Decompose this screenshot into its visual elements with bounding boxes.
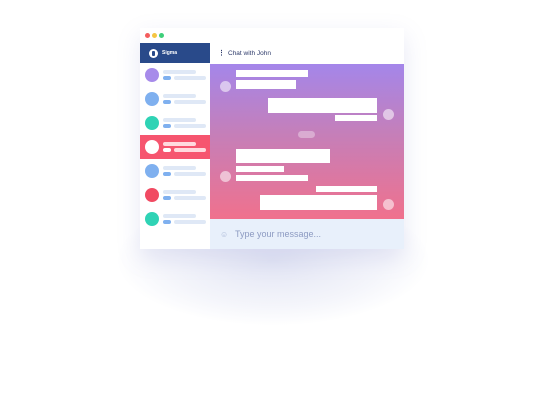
message-preview-placeholder: [174, 220, 206, 224]
chat-header: ⋮ Chat with John: [210, 43, 404, 64]
avatar: [145, 68, 159, 82]
message-preview-placeholder: [174, 172, 206, 176]
message-preview-placeholder: [174, 100, 206, 104]
contact-status-tag: [163, 100, 171, 104]
contact-status-tag: [163, 76, 171, 80]
contact-list-item[interactable]: [140, 111, 210, 135]
contact-name-placeholder: [163, 94, 196, 98]
incoming-message: [236, 166, 284, 172]
contact-list-item[interactable]: [140, 63, 210, 87]
chat-title: Chat with John: [228, 50, 271, 57]
contact-list-item[interactable]: [140, 87, 210, 111]
avatar: [145, 164, 159, 178]
outgoing-message: [260, 195, 377, 210]
contact-status-tag: [163, 172, 171, 176]
incoming-message: [236, 149, 330, 163]
contact-name-placeholder: [163, 118, 196, 122]
close-window-dot[interactable]: [145, 33, 150, 38]
contact-name-placeholder: [163, 142, 196, 146]
message-preview-placeholder: [174, 76, 206, 80]
incoming-message: [236, 70, 308, 77]
message-preview-placeholder: [174, 196, 206, 200]
avatar: [145, 140, 159, 154]
contact-status-tag: [163, 220, 171, 224]
title-bar: [140, 28, 404, 43]
incoming-message: [236, 175, 308, 181]
contact-name-placeholder: [163, 190, 196, 194]
user-avatar: [383, 199, 394, 210]
avatar: [145, 92, 159, 106]
minimize-window-dot[interactable]: [152, 33, 157, 38]
outgoing-message: [268, 98, 377, 113]
contact-avatar: [220, 171, 231, 182]
avatar: [145, 212, 159, 226]
message-preview-placeholder: [174, 124, 206, 128]
maximize-window-dot[interactable]: [159, 33, 164, 38]
message-composer: ☺: [210, 219, 404, 249]
contact-list-item[interactable]: [140, 135, 210, 159]
contacts-sidebar: Sigma: [140, 43, 210, 249]
contact-name-placeholder: [163, 70, 196, 74]
contact-avatar: [220, 81, 231, 92]
more-vertical-icon[interactable]: ⋮: [218, 50, 225, 57]
avatar: [145, 188, 159, 202]
chat-app-window: Sigma ⋮ Chat with John ☺: [140, 28, 404, 249]
outgoing-message: [316, 186, 377, 192]
brand-name: Sigma: [162, 50, 178, 56]
smile-icon[interactable]: ☺: [220, 230, 229, 239]
contact-list-item[interactable]: [140, 207, 210, 231]
sigma-logo-icon: [149, 48, 158, 58]
message-thread: [210, 64, 404, 219]
user-avatar: [383, 109, 394, 120]
chat-panel: ⋮ Chat with John ☺: [210, 43, 404, 249]
contact-name-placeholder: [163, 166, 196, 170]
contact-list-item[interactable]: [140, 183, 210, 207]
outgoing-message: [335, 115, 377, 121]
contact-status-tag: [163, 148, 171, 152]
incoming-message: [236, 80, 296, 89]
date-separator: [298, 131, 315, 138]
message-input[interactable]: [235, 229, 385, 239]
message-preview-placeholder: [174, 148, 206, 152]
contact-list-item[interactable]: [140, 159, 210, 183]
brand-header: Sigma: [140, 43, 210, 63]
contact-name-placeholder: [163, 214, 196, 218]
contact-status-tag: [163, 124, 171, 128]
contact-status-tag: [163, 196, 171, 200]
avatar: [145, 116, 159, 130]
